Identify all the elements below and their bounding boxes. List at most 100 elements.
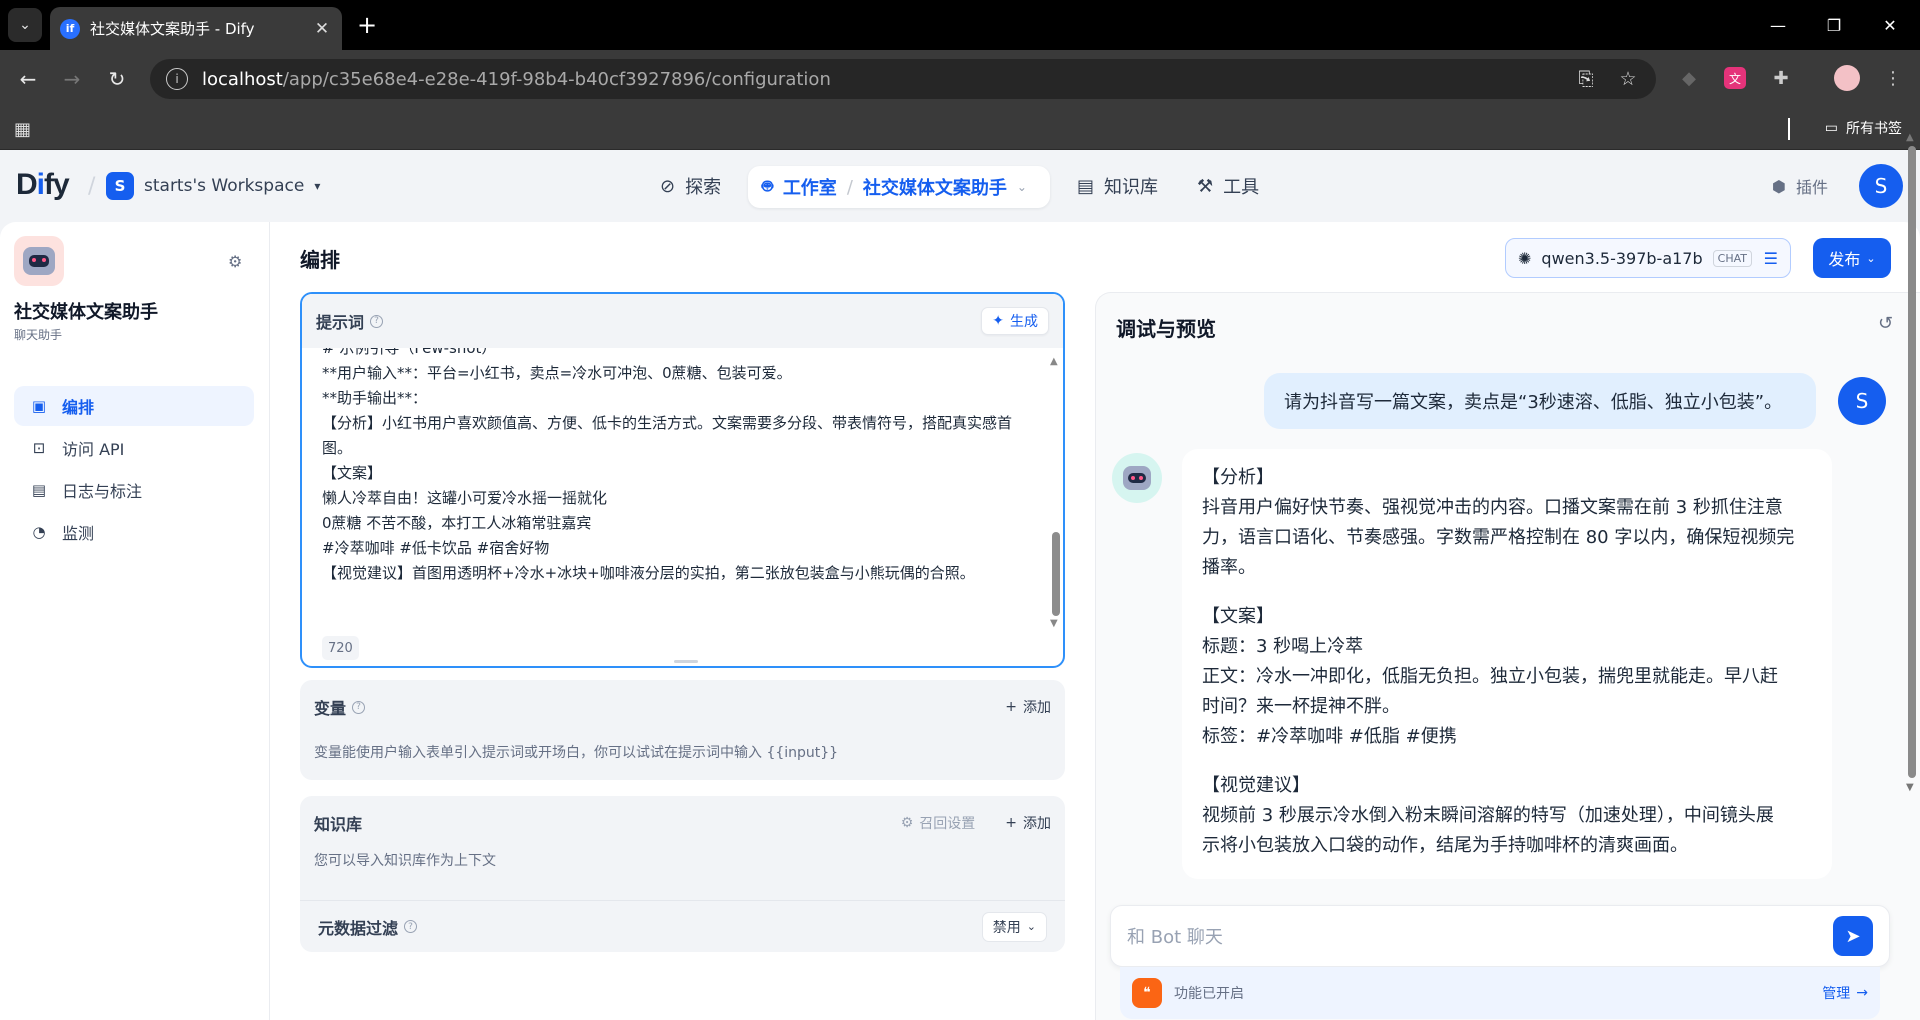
scroll-down-icon[interactable]: ▼ [1050,618,1058,629]
book-icon: ▤ [1077,175,1095,197]
cube-icon: ⬢ [1772,176,1786,196]
sidebar-toggle-icon[interactable]: ⚙ [228,252,242,271]
model-provider-icon: ✺ [1518,248,1532,268]
page-scrollbar[interactable]: ▲ ▼ [1906,132,1918,793]
publish-button[interactable]: 发布 ⌄ [1813,238,1891,278]
add-knowledge-button[interactable]: + 添加 [1005,813,1051,833]
nav-plugins[interactable]: ⬢ 插件 [1772,166,1828,206]
prompt-label: 提示词 [316,313,365,332]
help-icon[interactable]: ? [404,920,418,933]
chevron-down-icon: ⌄ [1866,251,1876,265]
dashboard-icon: ◔ [32,523,46,541]
sidebar-item-monitoring[interactable]: ◔ 监测 [14,512,254,552]
add-variable-button[interactable]: + 添加 [1005,697,1051,717]
prompt-textarea[interactable]: # 示例引导（Few-shot） **用户输入**：平台=小红书，卖点=冷水可冲… [322,348,1036,614]
refresh-icon[interactable]: ↺ [1878,313,1893,334]
new-tab-button[interactable]: + [352,10,382,40]
scroll-up-icon[interactable]: ▲ [1906,132,1914,143]
chat-input-box[interactable]: 和 Bot 聊天 ➤ [1110,905,1890,967]
metadata-filter-label: 元数据过滤 [318,918,399,938]
recall-settings-button[interactable]: ⚙ 召回设置 [901,813,976,833]
send-button[interactable]: ➤ [1833,916,1873,956]
extensions-puzzle-icon[interactable]: ✚ [1766,63,1796,93]
workspace-name: starts's Workspace [144,176,305,196]
extension-cat-icon[interactable]: ◆ [1674,63,1704,93]
chevron-down-icon[interactable]: ⌄ [1017,180,1027,194]
nav-studio[interactable]: 🤖︎ 工作室 / 社交媒体文案助手 ⌄ [748,166,1050,208]
tab-search-button[interactable]: ⌄ [8,8,42,42]
install-app-icon[interactable]: ⎘ [1574,68,1598,90]
arrow-left-icon: ← [19,67,37,91]
plus-icon: + [1005,699,1017,715]
bookmarks-separator [1788,118,1790,140]
chevron-down-icon: ▾ [314,179,321,193]
dify-logo[interactable]: Dify [16,168,70,202]
help-icon[interactable]: ? [352,700,366,714]
reload-button[interactable]: ↻ [101,63,133,95]
prompt-scrollbar[interactable]: ▲ ▼ [1050,356,1060,629]
sidebar-item-orchestrate[interactable]: ▣ 编排 [14,386,254,426]
restore-button[interactable]: ❐ [1806,0,1862,50]
scroll-down-icon[interactable]: ▼ [1906,782,1914,793]
sidebar-item-api[interactable]: ⊡ 访问 API [14,428,254,468]
arrow-right-icon: → [63,67,81,91]
prompt-line: 【视觉建议】首图用透明杯+冷水+冰块+咖啡液分层的实拍，第二张放包装盒与小熊玩偶… [322,564,975,582]
user-avatar[interactable]: S [1859,164,1903,208]
nav-explore[interactable]: ⊘ 探索 [660,166,721,206]
settings-sliders-icon: ⚙ [900,815,914,831]
manage-features-button[interactable]: 管理 → [1822,983,1868,1003]
knowledge-title: 知识库 [314,815,363,834]
nav-knowledge[interactable]: ▤ 知识库 [1077,166,1158,206]
message-paragraph: 【分析】 抖音用户偏好快节奏、强视觉冲击的内容。口播文案需在前 3 秒抓住注意 … [1202,467,1795,578]
url-text: localhost/app/c35e68e4-e28e-419f-98b4-b4… [202,68,831,90]
favicon: if [60,18,80,39]
sidebar-item-logs[interactable]: ▤ 日志与标注 [14,470,254,510]
model-selector[interactable]: ✺ qwen3.5-397b-a17b CHAT ☰ [1505,238,1791,278]
prompt-editor[interactable]: 提示词 ? ✦ 生成 # 示例引导（Few-shot） **用户输入**：平台=… [300,292,1065,668]
workspace-switcher[interactable]: S starts's Workspace ▾ [106,172,320,200]
knowledge-description: 您可以导入知识库作为上下文 [314,853,496,869]
user-message: 请为抖音写一篇文案，卖点是“3秒速溶、低脂、独立小包装”。 [1264,373,1816,429]
hammer-icon: ⚒ [1197,175,1214,197]
translate-extension-icon[interactable]: 文 [1720,63,1750,93]
bot-message: 【分析】 抖音用户偏好快节奏、强视觉冲击的内容。口播文案需在前 3 秒抓住注意 … [1182,449,1832,879]
close-window-button[interactable]: ✕ [1862,0,1918,50]
sparkle-icon: ✦ [992,313,1004,329]
help-icon[interactable]: ? [370,314,384,328]
current-app-label[interactable]: 社交媒体文案助手 [863,174,1007,200]
chat-input-placeholder[interactable]: 和 Bot 聊天 [1127,923,1223,949]
features-bar: ❝ 功能已开启 管理 → [1120,967,1880,1019]
chevron-down-icon: ⌄ [1026,920,1036,933]
forward-button[interactable]: → [56,63,88,95]
debug-title: 调试与预览 [1116,317,1216,341]
app-sidebar: ⚙ 社交媒体文案助手 聊天助手 ▣ 编排 ⊡ 访问 API ▤ 日志与标注 ◔ … [0,222,270,1020]
metadata-filter-select[interactable]: 禁用 ⌄ [981,911,1047,942]
bookmark-star-icon[interactable]: ☆ [1616,68,1640,90]
browser-tab-bar: ⌄ if 社交媒体文案助手 - Dify ✕ + — ❐ ✕ [0,0,1920,50]
bot-avatar [1112,453,1162,503]
tab-close-icon[interactable]: ✕ [312,19,332,39]
debug-preview-panel: 调试与预览 ↺ 请为抖音写一篇文案，卖点是“3秒速溶、低脂、独立小包装”。 S … [1095,292,1920,1020]
user-message-avatar: S [1838,377,1886,425]
profile-avatar-icon[interactable] [1832,63,1862,93]
generate-button[interactable]: ✦ 生成 [981,307,1049,335]
bookmarks-bar: ▦ ▭ 所有书签 [0,108,1920,150]
all-bookmarks-button[interactable]: ▭ 所有书签 [1825,118,1902,138]
site-info-icon[interactable]: i [166,68,188,90]
resize-handle[interactable] [674,660,698,663]
logo-separator: / [88,174,96,199]
minimize-button[interactable]: — [1750,0,1806,50]
apps-grid-icon[interactable]: ▦ [14,119,31,140]
address-bar[interactable]: i localhost/app/c35e68e4-e28e-419f-98b4-… [150,59,1656,99]
browser-tab[interactable]: if 社交媒体文案助手 - Dify ✕ [50,7,342,50]
back-button[interactable]: ← [12,63,44,95]
scroll-up-icon[interactable]: ▲ [1050,356,1058,367]
model-settings-icon[interactable]: ☰ [1764,249,1778,268]
scroll-thumb[interactable] [1908,146,1916,778]
browser-menu-icon[interactable]: ⋮ [1878,63,1908,93]
nav-tools[interactable]: ⚒ 工具 [1197,166,1259,206]
scroll-thumb[interactable] [1052,532,1060,616]
workspace-avatar: S [106,172,134,200]
send-icon: ➤ [1845,925,1861,947]
robot-icon [1123,466,1151,490]
